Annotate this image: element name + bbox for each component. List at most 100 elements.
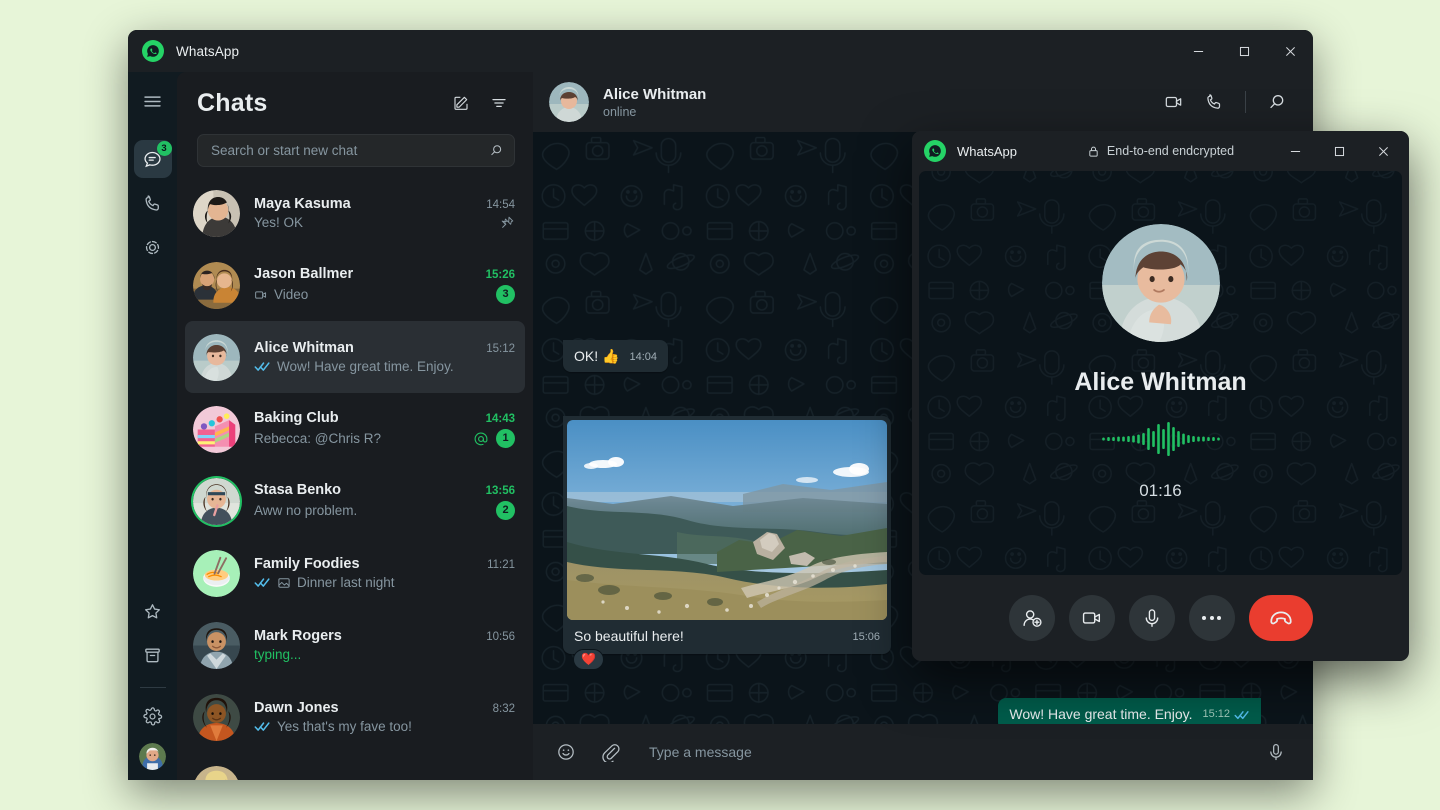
chat-item-name: Jason Ballmer xyxy=(254,266,353,282)
chat-list-item[interactable]: Jason Ballmer 15:26 Video 3 xyxy=(185,249,525,321)
message-input[interactable]: Type a message xyxy=(637,744,1249,760)
sidebar-item-starred[interactable] xyxy=(134,592,172,630)
chat-avatar[interactable] xyxy=(193,478,240,525)
call-minimize-button[interactable] xyxy=(1273,131,1317,171)
lock-icon xyxy=(1087,145,1100,158)
voice-message-icon[interactable] xyxy=(1259,735,1293,769)
chat-list-actions xyxy=(445,87,515,119)
chat-avatar[interactable] xyxy=(193,766,240,781)
message-line: OK! 👍 14:04 xyxy=(574,347,657,365)
chat-item-subrow: Wow! Have great time. Enjoy. xyxy=(254,359,515,374)
chat-item-header: Stasa Benko 13:56 xyxy=(254,482,515,498)
chat-item-content: Alice Whitman 15:12 Wow! Have great time… xyxy=(254,340,515,374)
chat-list-item[interactable]: Family Foodies 11:21 Dinner last night xyxy=(185,537,525,609)
message-composer: Type a message xyxy=(533,724,1313,780)
attach-icon[interactable] xyxy=(593,735,627,769)
chat-item-preview-text: typing... xyxy=(254,647,301,662)
message-time: 15:12 xyxy=(1202,707,1230,722)
chat-item-name: Family Foodies xyxy=(254,556,360,572)
mute-button[interactable] xyxy=(1129,595,1175,641)
chat-avatar[interactable] xyxy=(193,334,240,381)
emoji-icon[interactable] xyxy=(549,735,583,769)
chat-avatar[interactable] xyxy=(193,694,240,741)
sidebar-item-settings[interactable] xyxy=(134,697,172,735)
read-receipt-icon xyxy=(1234,709,1250,721)
chat-item-header: Jason Ballmer 15:26 xyxy=(254,266,515,282)
video-toggle-button[interactable] xyxy=(1069,595,1115,641)
chat-list-item[interactable]: Dawn Jones 8:32 Yes that's my fave too! xyxy=(185,681,525,753)
maximize-button[interactable] xyxy=(1221,30,1267,72)
chat-item-time: 15:26 xyxy=(478,269,515,281)
navigation-rail: 3 xyxy=(128,72,177,780)
message-time: 14:04 xyxy=(629,350,657,365)
message-bubble[interactable]: Wow! Have great time. Enjoy. 15:12 xyxy=(998,698,1261,724)
chat-list-item[interactable]: Stasa Benko 13:56 Aww no problem. 2 xyxy=(185,465,525,537)
sidebar-item-chats[interactable]: 3 xyxy=(134,140,172,178)
call-window-controls xyxy=(1273,131,1405,171)
message-photo[interactable] xyxy=(567,420,887,620)
chat-list-item[interactable]: Mark Rogers 10:56 typing... xyxy=(185,609,525,681)
message-bubble[interactable]: So beautiful here! 15:06 ❤️ xyxy=(563,416,891,653)
window-controls xyxy=(1175,30,1313,72)
message-meta: 15:12 xyxy=(1202,707,1250,722)
chat-item-subrow: Yes! OK xyxy=(254,215,515,230)
read-receipt-icon xyxy=(254,576,271,589)
photo-caption: So beautiful here! 15:06 xyxy=(567,620,887,649)
search-input[interactable]: Search or start new chat xyxy=(197,134,515,167)
chat-avatar[interactable] xyxy=(193,622,240,669)
search-chat-icon[interactable] xyxy=(1259,84,1295,120)
message-reaction[interactable]: ❤️ xyxy=(573,649,604,669)
chat-list-item[interactable]: Alice Whitman 15:12 Wow! Have great time… xyxy=(185,321,525,393)
minimize-button[interactable] xyxy=(1175,30,1221,72)
call-maximize-button[interactable] xyxy=(1317,131,1361,171)
video-call-icon[interactable] xyxy=(1156,84,1192,120)
chat-item-content: Mark Rogers 10:56 typing... xyxy=(254,628,515,662)
chat-item-time: 15:12 xyxy=(478,343,515,355)
new-chat-icon[interactable] xyxy=(445,87,477,119)
chat-avatar[interactable] xyxy=(193,550,240,597)
message-time: 15:06 xyxy=(852,630,880,645)
chat-list-pane: Chats xyxy=(177,72,533,780)
filter-chats-icon[interactable] xyxy=(483,87,515,119)
chat-list-item[interactable]: Maya Kasuma 14:54 Yes! OK xyxy=(185,177,525,249)
voice-call-icon[interactable] xyxy=(1196,84,1232,120)
conversation-avatar[interactable] xyxy=(549,82,589,122)
main-titlebar: WhatsApp xyxy=(128,30,1313,72)
call-controls xyxy=(912,575,1409,661)
unread-badge: 3 xyxy=(496,285,515,304)
chat-item-subrow: Dinner last night xyxy=(254,575,515,590)
chat-item-preview-text: Rebecca: @Chris R? xyxy=(254,431,381,446)
call-contact-avatar xyxy=(1102,224,1220,342)
close-button[interactable] xyxy=(1267,30,1313,72)
sidebar-item-status[interactable] xyxy=(134,228,172,266)
profile-avatar[interactable] xyxy=(139,743,166,770)
conversation-header: Alice Whitman online xyxy=(533,72,1313,132)
chat-item-meta: 2 xyxy=(488,501,515,520)
call-duration: 01:16 xyxy=(1139,481,1182,501)
chat-item-header: Baking Club 14:43 xyxy=(254,410,515,426)
chat-item-name: Maya Kasuma xyxy=(254,196,351,212)
hamburger-menu-icon[interactable] xyxy=(134,82,172,120)
chat-avatar[interactable] xyxy=(193,406,240,453)
chat-item-preview: Yes! OK xyxy=(254,215,303,230)
search-icon[interactable] xyxy=(489,143,504,158)
chat-item-preview: Aww no problem. xyxy=(254,503,357,518)
call-close-button[interactable] xyxy=(1361,131,1405,171)
chat-list-item[interactable]: Ziggy Woodley 8:12 xyxy=(185,753,525,780)
end-call-button[interactable] xyxy=(1249,595,1313,641)
chat-item-time: 10:56 xyxy=(478,631,515,643)
conversation-titles: Alice Whitman online xyxy=(603,86,706,119)
chat-item-content: Family Foodies 11:21 Dinner last night xyxy=(254,556,515,590)
chat-list-item[interactable]: Baking Club 14:43 Rebecca: @Chris R? 1 xyxy=(185,393,525,465)
sidebar-item-calls[interactable] xyxy=(134,184,172,222)
sidebar-item-archived[interactable] xyxy=(134,636,172,674)
chat-avatar[interactable] xyxy=(193,190,240,237)
ellipsis-icon xyxy=(1202,616,1221,620)
chat-avatar[interactable] xyxy=(193,262,240,309)
chat-item-subrow: Aww no problem. 2 xyxy=(254,501,515,520)
more-options-button[interactable] xyxy=(1189,595,1235,641)
message-bubble[interactable]: OK! 👍 14:04 xyxy=(563,340,668,372)
chat-item-time: 14:43 xyxy=(478,413,515,425)
chat-list[interactable]: Maya Kasuma 14:54 Yes! OK xyxy=(177,177,533,780)
add-participant-button[interactable] xyxy=(1009,595,1055,641)
